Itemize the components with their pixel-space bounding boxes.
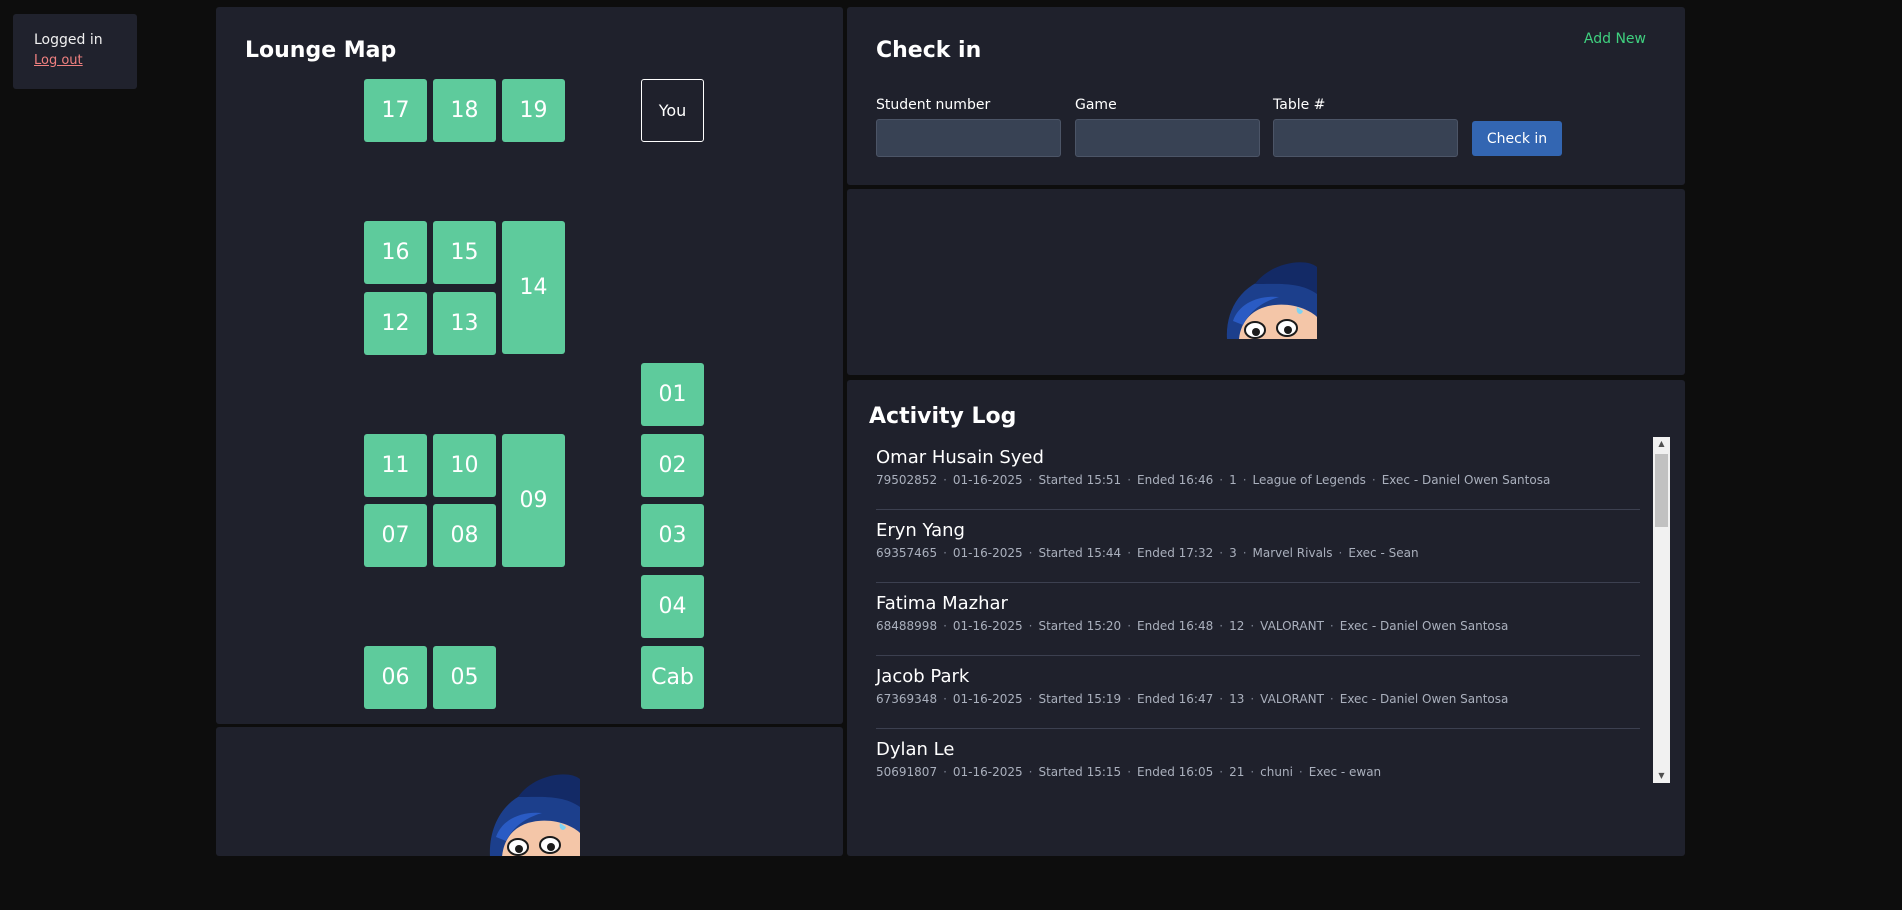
log-entry-meta: 50691807 · 01-16-2025 · Started 15:15 · Ended … [876, 765, 1382, 779]
game-label: Game [1075, 97, 1117, 113]
add-new-link[interactable]: Add New [1584, 31, 1646, 47]
log-entry-meta: 69357465 · 01-16-2025 · Started 15:44 · Ended … [876, 546, 1419, 560]
table-tile-16[interactable]: 16 [364, 221, 427, 284]
log-entry-game: chuni [1260, 765, 1293, 779]
log-entry-meta: 79502852 · 01-16-2025 · Started 15:51 · Ended … [876, 473, 1551, 487]
log-entry-date: 01-16-2025 [952, 619, 1023, 633]
log-entry-name: Jacob Park [876, 666, 970, 687]
table-tile-15[interactable]: 15 [433, 221, 496, 284]
table-tile-13[interactable]: 13 [433, 292, 496, 355]
student-number-label: Student number [876, 97, 991, 113]
log-entry: Omar Husain Syed 79502852 · 01-16-2025 · Sta… [876, 437, 1640, 510]
log-entry: Fatima Mazhar 68488998 · 01-16-2025 · Starte… [876, 583, 1640, 656]
log-entry-started: Started 15:44 [1038, 546, 1122, 560]
log-entry-exec: Exec - ewan [1308, 765, 1382, 779]
log-entry-started: Started 15:19 [1038, 692, 1122, 706]
log-entry: Eryn Yang 69357465 · 01-16-2025 · Started 15… [876, 510, 1640, 583]
checkin-title: Check in [876, 38, 982, 63]
student-number-input[interactable] [876, 119, 1061, 157]
log-entry-ended: Ended 16:46 [1137, 473, 1214, 487]
log-entry-exec: Exec - Daniel Owen Santosa [1381, 473, 1551, 487]
log-entry-exec: Exec - Sean [1348, 546, 1419, 560]
log-entry-started: Started 15:51 [1038, 473, 1122, 487]
table-tile-11[interactable]: 11 [364, 434, 427, 497]
mascot-panel-left [216, 727, 843, 856]
table-tile-19[interactable]: 19 [502, 79, 565, 142]
log-entry-exec: Exec - Daniel Owen Santosa [1339, 692, 1509, 706]
log-entry-name: Fatima Mazhar [876, 593, 1008, 614]
log-entry-table: 1 [1229, 473, 1237, 487]
log-entry-table: 13 [1229, 692, 1245, 706]
log-entry-id: 68488998 [876, 619, 938, 633]
log-entry-table: 12 [1229, 619, 1245, 633]
log-entry: Dylan Le 50691807 · 01-16-2025 · Started 15:… [876, 729, 1640, 782]
log-entry-id: 50691807 [876, 765, 938, 779]
table-tile-02[interactable]: 02 [641, 434, 704, 497]
login-status: Logged in [34, 32, 103, 48]
table-tile-04[interactable]: 04 [641, 575, 704, 638]
log-entry-date: 01-16-2025 [952, 473, 1023, 487]
log-entry-date: 01-16-2025 [952, 546, 1023, 560]
log-entry-ended: Ended 16:47 [1137, 692, 1214, 706]
table-tile-06[interactable]: 06 [364, 646, 427, 709]
table-tile-10[interactable]: 10 [433, 434, 496, 497]
log-entry-game: VALORANT [1260, 619, 1324, 633]
log-entry-name: Dylan Le [876, 739, 955, 760]
table-tile-18[interactable]: 18 [433, 79, 496, 142]
log-entry-exec: Exec - Daniel Owen Santosa [1339, 619, 1509, 633]
log-entry-date: 01-16-2025 [952, 692, 1023, 706]
log-entry-meta: 67369348 · 01-16-2025 · Started 15:19 · Ended … [876, 692, 1509, 706]
table-tile-07[interactable]: 07 [364, 504, 427, 567]
log-entry-id: 79502852 [876, 473, 938, 487]
log-entry-id: 67369348 [876, 692, 938, 706]
scroll-down-arrow-icon[interactable]: ▼ [1653, 769, 1670, 783]
activity-log-list[interactable]: Omar Husain Syed 79502852 · 01-16-2025 · Sta… [847, 437, 1670, 782]
log-entry-game: League of Legends [1252, 473, 1366, 487]
log-entry-game: Marvel Rivals [1252, 546, 1333, 560]
table-number-input[interactable] [1273, 119, 1458, 157]
logout-link[interactable]: Log out [34, 53, 116, 68]
you-marker: You [641, 79, 704, 142]
log-entry-started: Started 15:15 [1038, 765, 1122, 779]
activity-log-title: Activity Log [869, 404, 1017, 429]
activity-log-scrollbar[interactable]: ▲ ▼ [1653, 437, 1670, 783]
log-entry-started: Started 15:20 [1038, 619, 1122, 633]
table-tile-09[interactable]: 09 [502, 434, 565, 567]
table-tile-01[interactable]: 01 [641, 363, 704, 426]
log-entry-id: 69357465 [876, 546, 938, 560]
log-entry-table: 21 [1229, 765, 1245, 779]
table-tile-12[interactable]: 12 [364, 292, 427, 355]
table-tile-cab[interactable]: Cab [641, 646, 704, 709]
table-tile-14[interactable]: 14 [502, 221, 565, 354]
log-entry-date: 01-16-2025 [952, 765, 1023, 779]
log-entry-name: Eryn Yang [876, 520, 965, 541]
log-entry-ended: Ended 16:48 [1137, 619, 1214, 633]
checkin-button[interactable]: Check in [1472, 121, 1562, 156]
activity-log-panel: Activity Log Omar Husain Syed 79502852 · 0… [847, 380, 1685, 856]
table-tile-08[interactable]: 08 [433, 504, 496, 567]
scrollbar-thumb[interactable] [1655, 454, 1668, 527]
peeking-mascot-icon [489, 774, 580, 856]
log-entry: Jacob Park 67369348 · 01-16-2025 · Started 1… [876, 656, 1640, 729]
lounge-map-panel: Lounge Map 17 18 19 You 16 15 14 12 13 0… [216, 7, 843, 724]
peeking-mascot-icon [1226, 262, 1317, 339]
table-tile-05[interactable]: 05 [433, 646, 496, 709]
table-tile-03[interactable]: 03 [641, 504, 704, 567]
user-status-box: Logged in Log out [13, 14, 137, 89]
log-entry-ended: Ended 17:32 [1137, 546, 1214, 560]
log-entry-ended: Ended 16:05 [1137, 765, 1214, 779]
checkin-panel: Check in Add New Student number Game Tab… [847, 7, 1685, 185]
log-entry-game: VALORANT [1260, 692, 1324, 706]
lounge-map-title: Lounge Map [245, 38, 397, 63]
log-entry-name: Omar Husain Syed [876, 447, 1044, 468]
mascot-panel-right [847, 189, 1685, 375]
log-entry-table: 3 [1229, 546, 1237, 560]
table-tile-17[interactable]: 17 [364, 79, 427, 142]
game-input[interactable] [1075, 119, 1260, 157]
scroll-up-arrow-icon[interactable]: ▲ [1653, 437, 1670, 451]
log-entry-meta: 68488998 · 01-16-2025 · Started 15:20 · Ended … [876, 619, 1509, 633]
table-number-label: Table # [1273, 97, 1326, 113]
